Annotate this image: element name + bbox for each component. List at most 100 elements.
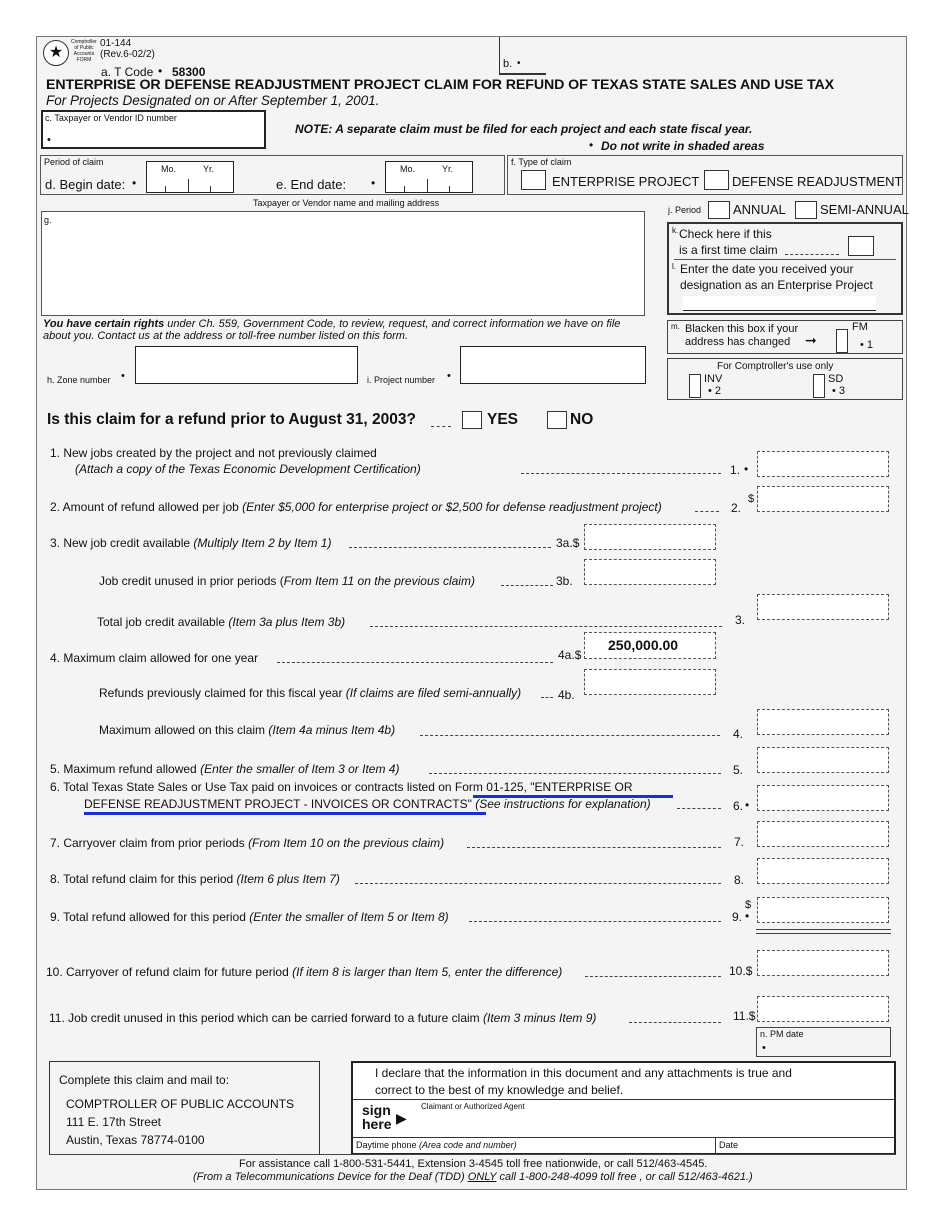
- texas-seal-logo: ★: [43, 40, 69, 66]
- line4a-value: 250,000.00: [608, 637, 679, 653]
- l-marker: l.: [672, 262, 676, 271]
- assistance-line: For assistance call 1-800-531-5441, Exte…: [239, 1158, 708, 1170]
- total-double-underline: [756, 929, 891, 934]
- designation-date-line1: Enter the date you received your: [680, 262, 854, 276]
- begin-date-label: d. Begin date:: [45, 177, 126, 192]
- line3-total-credit-input[interactable]: [757, 594, 889, 620]
- taxpayer-address-field[interactable]: g.: [41, 211, 645, 316]
- line4a-number: 4a.$: [558, 648, 582, 662]
- project-number-label: i. Project number: [367, 375, 436, 385]
- line3b-number: 3b.: [556, 574, 573, 588]
- refund-no-label: NO: [570, 411, 594, 428]
- line3a-new-job-credit-input[interactable]: [584, 524, 716, 550]
- form-reference-underline: [84, 812, 486, 815]
- form-page: ★ Comptroller of Public Accounts FORM 01…: [36, 36, 909, 1190]
- line4b-number: 4b.: [558, 688, 575, 702]
- daytime-phone-label: Daytime phone (Area code and number): [356, 1140, 517, 1150]
- line3b-unused-credit-input[interactable]: [584, 559, 716, 585]
- line8-number: 8.: [734, 873, 745, 887]
- zone-number-label: h. Zone number: [47, 375, 111, 385]
- bullet: •: [762, 1042, 766, 1054]
- project-number-field[interactable]: [460, 346, 646, 384]
- taxpayer-id-field[interactable]: c. Taxpayer or Vendor ID number •: [41, 110, 266, 149]
- line9-total-refund-allowed-input[interactable]: [757, 897, 889, 923]
- mail-to-city: Austin, Texas 78774-0100: [66, 1133, 205, 1147]
- field-b-box[interactable]: b. •: [499, 37, 546, 75]
- signature-field[interactable]: sign here ▶ Claimant or Authorized Agent: [353, 1100, 894, 1137]
- line8-label: 8. Total refund claim for this period (I…: [50, 872, 340, 886]
- line5-label: 5. Maximum refund allowed (Enter the sma…: [50, 762, 400, 776]
- line1-label: 1. New jobs created by the project and n…: [50, 446, 377, 460]
- end-date-label: e. End date:: [276, 177, 347, 192]
- bullet: •: [517, 58, 521, 69]
- line1-note: (Attach a copy of the Texas Economic Dev…: [75, 462, 421, 476]
- line4-number: 4.: [733, 727, 744, 741]
- zone-number-field[interactable]: [135, 346, 358, 384]
- line1-new-jobs-input[interactable]: [757, 451, 889, 477]
- date-field[interactable]: Date: [716, 1138, 894, 1153]
- begin-date-field[interactable]: Mo. Yr.: [146, 161, 234, 193]
- bullet: •: [589, 138, 594, 152]
- annual-checkbox[interactable]: [708, 201, 730, 219]
- date-label: Date: [719, 1140, 739, 1150]
- inv-box: [689, 374, 701, 398]
- line7-carryover-input[interactable]: [757, 821, 889, 847]
- designation-date-field[interactable]: [683, 296, 876, 311]
- form-number: 01-144: [100, 38, 132, 49]
- refund-question: Is this claim for a refund prior to Augu…: [47, 411, 416, 428]
- bullet: •: [132, 176, 137, 190]
- enterprise-project-label: ENTERPRISE PROJECT: [552, 174, 700, 189]
- address-changed-checkbox[interactable]: [836, 329, 848, 353]
- line10-number: 10.$: [729, 964, 753, 978]
- line2-number: 2.: [731, 501, 742, 515]
- line5-max-refund-input[interactable]: [757, 747, 889, 773]
- line4a-max-claim-input[interactable]: 250,000.00: [584, 632, 716, 659]
- enterprise-project-checkbox[interactable]: [521, 170, 546, 190]
- pm-date-field: n. PM date •: [756, 1027, 891, 1057]
- line11-job-credit-unused-input[interactable]: [757, 996, 889, 1022]
- line2-label: 2. Amount of refund allowed per job (Ent…: [50, 500, 662, 514]
- daytime-phone-field[interactable]: Daytime phone (Area code and number): [353, 1138, 716, 1153]
- line1-number: 1.: [730, 463, 741, 477]
- refund-yes-checkbox[interactable]: [462, 411, 482, 429]
- line6-tax-paid-input[interactable]: [757, 785, 889, 811]
- line7-number: 7.: [734, 835, 745, 849]
- address-caption: Taxpayer or Vendor name and mailing addr…: [253, 198, 440, 208]
- refund-yes-label: YES: [487, 411, 519, 428]
- line9-label: 9. Total refund allowed for this period …: [50, 910, 449, 924]
- designation-date-line2: designation as an Enterprise Project: [680, 278, 873, 292]
- line10-carryover-future-input[interactable]: [757, 950, 889, 976]
- line8-total-refund-claim-input[interactable]: [757, 858, 889, 884]
- month-label: Mo.: [161, 164, 177, 174]
- claimant-label: Claimant or Authorized Agent: [421, 1102, 525, 1111]
- taxpayer-id-label: c. Taxpayer or Vendor ID number: [45, 113, 177, 123]
- line2-refund-per-job-input[interactable]: [757, 486, 889, 512]
- period-j-label: j. Period: [668, 205, 702, 215]
- m-marker: m.: [671, 322, 680, 331]
- line3b-label: Job credit unused in prior periods (From…: [99, 574, 475, 588]
- line4b-previous-refunds-input[interactable]: [584, 669, 716, 695]
- logo-caption: Comptroller of Public Accounts FORM: [71, 39, 97, 63]
- form-subtitle: For Projects Designated on or After Sept…: [46, 93, 380, 108]
- bullet: •: [745, 909, 750, 923]
- fm-code: • 1: [860, 339, 874, 351]
- first-time-claim-checkbox[interactable]: [848, 236, 874, 256]
- bullet: •: [744, 462, 749, 476]
- inv-code: • 2: [708, 385, 722, 397]
- year-label: Yr.: [203, 164, 215, 174]
- end-date-field[interactable]: Mo. Yr.: [385, 161, 473, 193]
- mail-to-org: COMPTROLLER OF PUBLIC ACCOUNTS: [66, 1097, 295, 1111]
- line4-max-allowed-input[interactable]: [757, 709, 889, 735]
- defense-readjustment-checkbox[interactable]: [704, 170, 729, 190]
- bullet: •: [745, 798, 750, 812]
- form-title: ENTERPRISE OR DEFENSE READJUSTMENT PROJE…: [46, 77, 834, 93]
- first-claim-line2: is a first time claim: [679, 243, 778, 257]
- note-separate-claim: NOTE: A separate claim must be filed for…: [295, 122, 753, 136]
- semi-annual-checkbox[interactable]: [795, 201, 817, 219]
- address-g-label: g.: [44, 215, 52, 225]
- note-shaded-areas: Do not write in shaded areas: [601, 139, 765, 153]
- declaration-box: I declare that the information in this d…: [351, 1061, 896, 1155]
- inv-label: INV: [704, 373, 723, 385]
- refund-no-checkbox[interactable]: [547, 411, 567, 429]
- period-label: Period of claim: [44, 157, 104, 167]
